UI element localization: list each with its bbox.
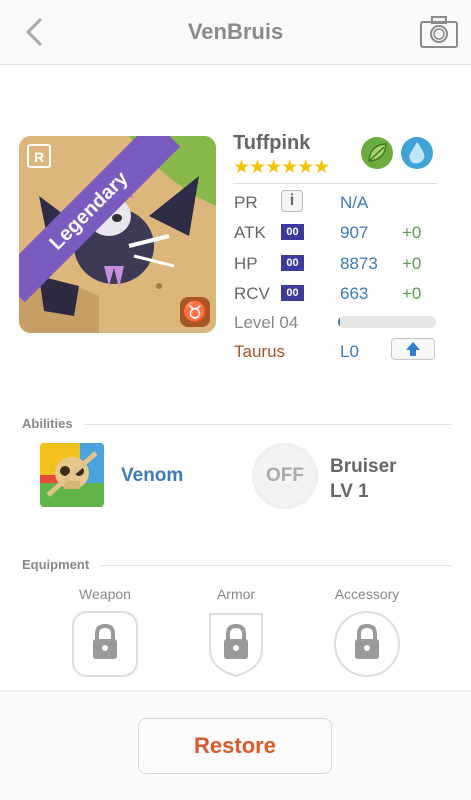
equipment-divider (100, 565, 452, 566)
atk-label: ATK (234, 223, 266, 242)
leader-skill-toggle[interactable]: OFF (252, 443, 318, 509)
taurus-icon: ♉ (180, 297, 210, 327)
hp-label: HP (234, 254, 258, 273)
atk-plus: +0 (402, 223, 422, 242)
armor-slot[interactable] (202, 610, 270, 678)
level-label: Level 04 (234, 313, 299, 332)
star-rating: ★★★★★★ (233, 157, 330, 178)
leader-skill-level: LV 1 (330, 481, 369, 502)
weapon-slot[interactable] (71, 610, 139, 678)
leaf-element-icon (361, 137, 393, 169)
pr-label: PR (234, 193, 258, 212)
weapon-label: Weapon (79, 586, 131, 602)
rcv-boost-badge: 00 (281, 285, 304, 301)
rcv-value: 663 (340, 284, 369, 303)
venom-skull-icon[interactable] (40, 443, 104, 507)
leader-skill-name: Bruiser (330, 456, 397, 477)
rcv-plus: +0 (402, 284, 422, 303)
atk-value: 907 (340, 223, 369, 242)
footer-divider (0, 690, 471, 692)
hp-plus: +0 (402, 254, 422, 273)
name-divider (233, 183, 437, 184)
arrow-up-icon (406, 342, 420, 356)
hp-value: 8873 (340, 254, 378, 273)
water-element-icon (401, 137, 433, 169)
atk-boost-badge: 00 (281, 224, 304, 240)
ability-name[interactable]: Venom (121, 465, 183, 487)
camera-icon[interactable] (419, 14, 459, 50)
abilities-divider (84, 424, 452, 425)
equipment-heading: Equipment (22, 557, 90, 572)
info-icon[interactable]: i (281, 190, 303, 212)
hp-boost-badge: 00 (281, 255, 304, 271)
page-title: VenBruis (187, 19, 284, 44)
monster-portrait[interactable]: Legendary R ♉ (19, 136, 216, 333)
level-progress-fill (338, 316, 340, 328)
monster-name: Tuffpink (233, 132, 311, 154)
zodiac-upgrade-button[interactable] (391, 338, 435, 360)
rcv-label: RCV (234, 284, 270, 303)
armor-label: Armor (216, 586, 256, 602)
accessory-label: Accessory (334, 586, 400, 602)
accessory-slot[interactable] (333, 610, 401, 678)
pr-value: N/A (340, 193, 369, 212)
level-progress-bar (338, 316, 436, 328)
rarity-badge: R (27, 144, 51, 168)
top-nav-bar: VenBruis (0, 0, 471, 65)
taurus-label: Taurus (234, 342, 286, 361)
ability-artwork (40, 443, 104, 507)
abilities-heading: Abilities (22, 416, 73, 431)
restore-button[interactable]: Restore (138, 718, 332, 774)
zodiac-level: L0 (340, 342, 359, 361)
